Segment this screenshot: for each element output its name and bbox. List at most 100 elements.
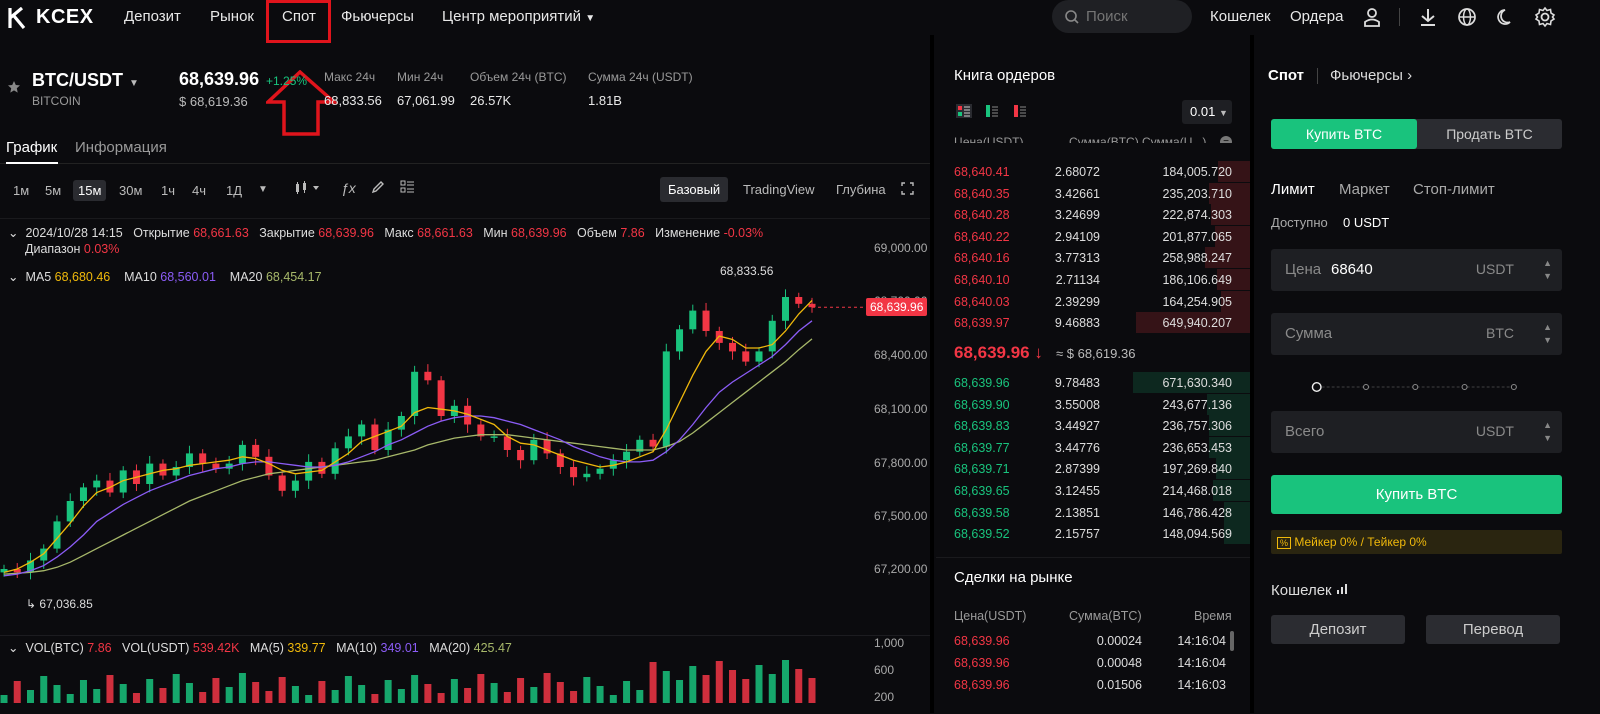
candle-body (503, 436, 511, 450)
chevron-down-icon[interactable]: ▼ (129, 78, 139, 89)
total-field[interactable]: Всего USDT ▲ ▼ (1271, 411, 1562, 453)
vol-tick: 200 (874, 690, 895, 704)
tab-chart[interactable]: График (6, 139, 57, 156)
amount-field[interactable]: Сумма BTC ▲ ▼ (1271, 313, 1562, 355)
fullscreen-icon[interactable] (901, 182, 914, 195)
book-both-icon[interactable] (956, 104, 972, 118)
book-asks-icon[interactable] (1012, 104, 1028, 118)
chart-tabs: График Информация (0, 130, 930, 164)
panel-tab-futures[interactable]: Фьючерсы › (1330, 67, 1412, 84)
ask-row[interactable]: 68,640.16 3.77313 258,988.247 (936, 247, 1250, 269)
tab-info[interactable]: Информация (75, 139, 167, 156)
sell-tab[interactable]: Продать BTC (1417, 119, 1562, 149)
bid-price: 68,639.77 (954, 440, 1010, 455)
timeframe-1m[interactable]: 1м (8, 180, 34, 201)
buy-sell-toggle: Купить BTC Продать BTC (1271, 119, 1562, 149)
kcex-logo[interactable]: KCEX (8, 6, 94, 29)
bid-row[interactable]: 68,639.83 3.44927 236,757.306 (936, 415, 1250, 437)
bid-row[interactable]: 68,639.96 9.78483 671,630.340 (936, 372, 1250, 394)
deposit-button[interactable]: Депозит (1271, 615, 1405, 644)
search-box[interactable] (1052, 0, 1192, 33)
ask-row[interactable]: 68,640.10 2.71134 186,106.649 (936, 269, 1250, 291)
fee-icon: % (1277, 537, 1292, 549)
ask-row[interactable]: 68,640.41 2.68072 184,005.720 (936, 161, 1250, 183)
timeframe-1h[interactable]: 1ч (156, 180, 180, 201)
volume-bar (556, 682, 564, 703)
nav-futures[interactable]: Фьючерсы (341, 8, 414, 25)
timeframe-15m[interactable]: 15м (73, 180, 107, 201)
globe-icon[interactable] (1455, 5, 1479, 29)
timeframe-5m[interactable]: 5м (40, 180, 66, 201)
ask-total: 235,203.710 (1162, 186, 1232, 201)
timeframe-1d[interactable]: 1Д (221, 180, 247, 201)
timeframe-30m[interactable]: 30м (114, 180, 147, 201)
stepper-icon[interactable]: ▲ ▼ (1543, 419, 1552, 445)
price-field[interactable]: Цена 68640 USDT ▲ ▼ (1271, 249, 1562, 291)
order-type-market[interactable]: Маркет (1339, 181, 1390, 198)
star-icon[interactable] (7, 80, 21, 94)
chevron-down-icon[interactable]: ▼ (258, 184, 268, 195)
order-type-limit[interactable]: Лимит (1271, 181, 1315, 198)
nav-events-center[interactable]: Центр мероприятий ▼ (442, 8, 595, 25)
ma20-line (3, 338, 813, 575)
ask-row[interactable]: 68,639.97 9.46883 649,940.207 (936, 312, 1250, 334)
download-icon[interactable] (1416, 5, 1440, 29)
high-marker: 68,833.56 (720, 264, 774, 278)
pair-name[interactable]: BTC/USDT (32, 70, 123, 91)
ask-row[interactable]: 68,640.35 3.42661 235,203.710 (936, 182, 1250, 205)
panel-tab-spot[interactable]: Спот (1268, 67, 1304, 84)
nav-deposit[interactable]: Депозит (124, 8, 181, 25)
vol-ma5-label: MA(5) (249, 641, 284, 655)
gear-icon[interactable] (1533, 5, 1557, 29)
timeframe-4h[interactable]: 4ч (187, 180, 211, 201)
order-type-stop-limit[interactable]: Стоп-лимит (1413, 181, 1495, 198)
buy-tab[interactable]: Купить BTC (1271, 119, 1417, 149)
search-input[interactable] (1086, 8, 1176, 25)
amount-slider[interactable] (1274, 382, 1558, 392)
bid-row[interactable]: 68,639.58 2.13851 146,786.428 (936, 501, 1250, 524)
indicator-fx-icon[interactable]: ƒx (341, 180, 356, 196)
vol-usdt-value: 539.42K (192, 641, 240, 655)
trade-row: 68,639.96 0.00024 14:16:04 (936, 634, 1250, 654)
ask-row[interactable]: 68,640.03 2.39299 164,254.905 (936, 290, 1250, 313)
bid-row[interactable]: 68,639.52 2.15757 148,094.569 (936, 523, 1250, 545)
chart-bars-icon[interactable] (1336, 583, 1350, 595)
ask-row[interactable]: 68,640.28 3.24699 222,874.303 (936, 204, 1250, 226)
nav-market[interactable]: Рынок (210, 8, 254, 25)
moon-icon[interactable] (1494, 5, 1518, 29)
view-depth[interactable]: Глубина (828, 177, 894, 202)
bid-total: 236,757.306 (1162, 419, 1232, 434)
view-tradingview[interactable]: TradingView (735, 177, 823, 202)
ask-total: 258,988.247 (1162, 251, 1232, 266)
pencil-icon[interactable] (371, 180, 385, 194)
nav-wallet[interactable]: Кошелек (1210, 8, 1271, 25)
chevron-down-icon[interactable]: ⌄ (8, 641, 18, 655)
candle-body (517, 450, 525, 461)
bid-price: 68,639.52 (954, 527, 1010, 542)
y-tick: 68,100.00 (874, 402, 928, 416)
ask-price: 68,640.16 (954, 251, 1010, 266)
layout-grid-icon[interactable] (400, 180, 415, 194)
kcex-logo-icon (8, 6, 26, 29)
bid-row[interactable]: 68,639.77 3.44776 236,653.453 (936, 436, 1250, 459)
ask-row[interactable]: 68,640.22 2.94109 201,877.065 (936, 225, 1250, 248)
stepper-icon[interactable]: ▲ ▼ (1543, 321, 1552, 347)
bid-row[interactable]: 68,639.65 3.12455 214,468.018 (936, 480, 1250, 502)
ma10-line (3, 320, 813, 577)
scrollbar[interactable] (1230, 631, 1234, 651)
fee-text: Мейкер 0% / Тейкер 0% (1294, 535, 1427, 549)
ask-price: 68,640.41 (954, 165, 1010, 179)
precision-select[interactable]: 0.01 ▼ (1182, 100, 1232, 124)
stepper-icon[interactable]: ▲ ▼ (1543, 257, 1552, 283)
view-basic[interactable]: Базовый (660, 177, 729, 202)
user-icon[interactable] (1360, 5, 1384, 29)
buy-button[interactable]: Купить BTC (1271, 475, 1562, 514)
transfer-button[interactable]: Перевод (1426, 615, 1560, 644)
candle-type-icon[interactable] (294, 181, 322, 195)
bid-row[interactable]: 68,639.90 3.55008 243,677.136 (936, 393, 1250, 416)
price-value[interactable]: 68640 (1331, 261, 1373, 278)
bid-row[interactable]: 68,639.71 2.87399 197,269.840 (936, 458, 1250, 480)
nav-orders[interactable]: Ордера (1290, 8, 1343, 25)
price-chart[interactable]: ⌄ 2024/10/28 14:15 Открытие 68,661.63 За… (0, 218, 930, 713)
book-bids-icon[interactable] (984, 104, 1000, 118)
